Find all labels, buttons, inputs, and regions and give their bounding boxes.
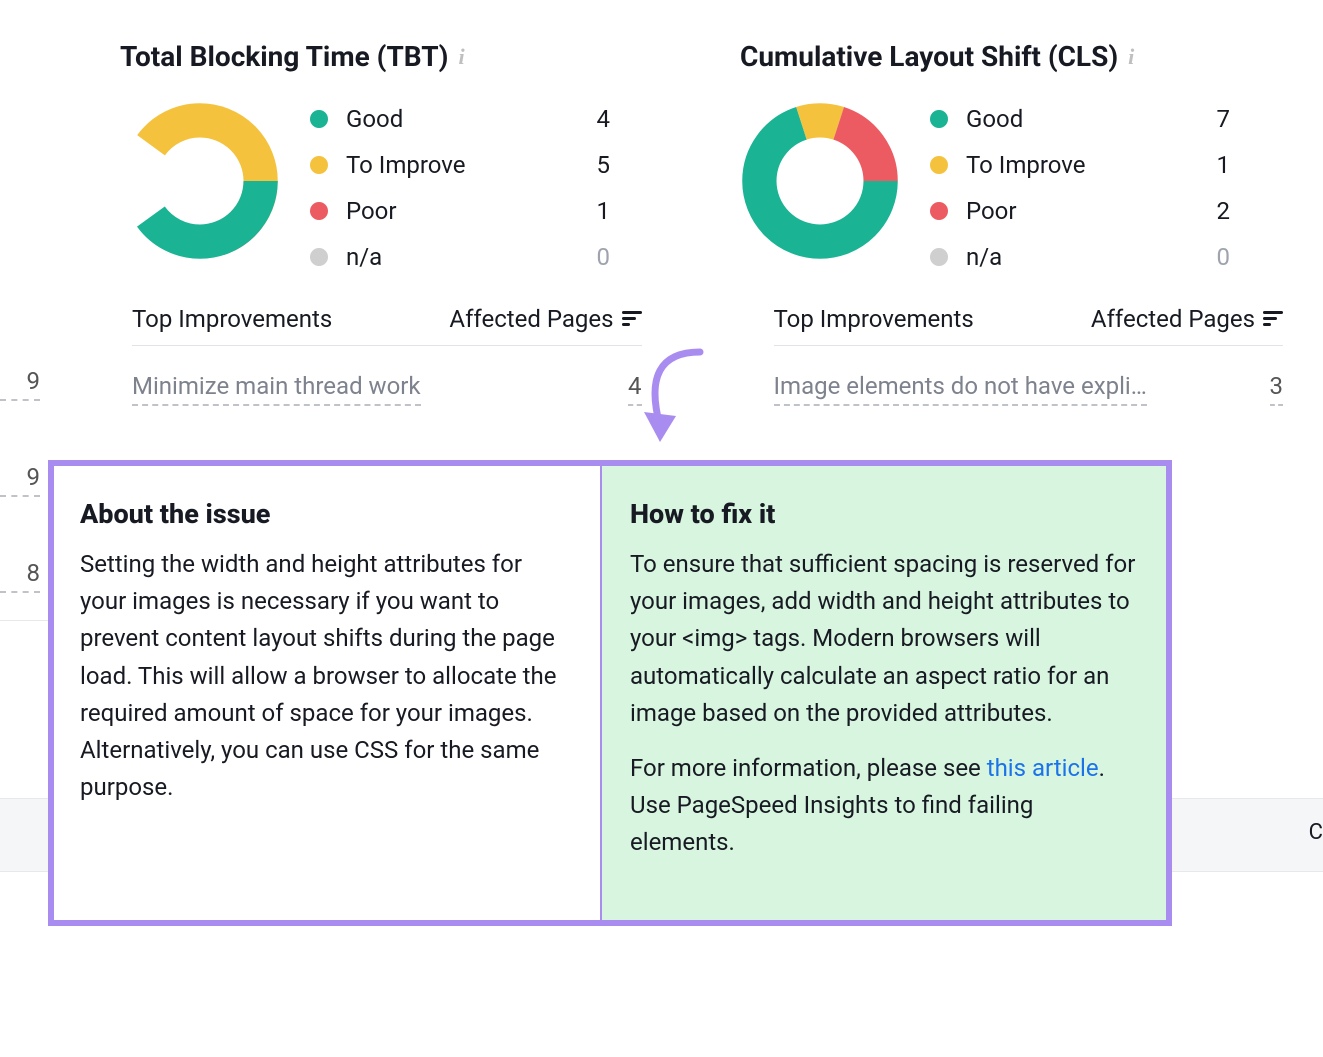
- side-counts: 9 9 8: [0, 367, 40, 655]
- donut-chart-cls: [740, 101, 900, 261]
- top-improvements-heading: Top Improvements: [774, 305, 974, 333]
- side-count: 9: [0, 463, 40, 497]
- improvement-row[interactable]: Image elements do not have expli… 3: [774, 372, 1284, 406]
- dot-icon: [930, 248, 948, 266]
- improvement-count: 3: [1270, 372, 1284, 406]
- affected-pages-heading[interactable]: Affected Pages: [1091, 305, 1255, 333]
- curved-arrow-icon: [630, 344, 720, 454]
- metric-tbt-card: Total Blocking Time (TBT) i Good4 To Imp…: [120, 40, 610, 271]
- legend-item: Poor2: [930, 197, 1230, 225]
- legend-item: To Improve5: [310, 151, 610, 179]
- dot-icon: [930, 110, 948, 128]
- dot-icon: [310, 202, 328, 220]
- how-to-fix-title: How to fix it: [630, 498, 1138, 530]
- legend-item: Good7: [930, 105, 1230, 133]
- dot-icon: [310, 156, 328, 174]
- metric-tbt-title: Total Blocking Time (TBT): [120, 40, 449, 73]
- dot-icon: [310, 248, 328, 266]
- how-to-fix-body-1: To ensure that sufficient spacing is res…: [630, 546, 1138, 732]
- dot-icon: [930, 202, 948, 220]
- improvement-row[interactable]: Minimize main thread work 4: [132, 372, 642, 406]
- dot-icon: [310, 110, 328, 128]
- info-icon[interactable]: i: [459, 44, 465, 70]
- how-to-fix-body-2: For more information, please see this ar…: [630, 750, 1138, 862]
- about-issue-body: Setting the width and height attributes …: [80, 546, 566, 806]
- donut-chart-tbt: [120, 101, 280, 261]
- improvement-label: Image elements do not have expli…: [774, 372, 1147, 406]
- legend-item: n/a0: [930, 243, 1230, 271]
- sort-icon[interactable]: [1263, 311, 1283, 327]
- improvement-label: Minimize main thread work: [132, 372, 421, 406]
- side-count: 9: [0, 367, 40, 401]
- issue-callout: About the issue Setting the width and he…: [48, 460, 1172, 926]
- legend-item: Good4: [310, 105, 610, 133]
- top-improvements-heading: Top Improvements: [132, 305, 332, 333]
- info-icon[interactable]: i: [1128, 44, 1134, 70]
- sort-icon[interactable]: [622, 311, 642, 327]
- metric-cls-title: Cumulative Layout Shift (CLS): [740, 40, 1118, 73]
- metric-cls-card: Cumulative Layout Shift (CLS) i Good7 To…: [740, 40, 1230, 271]
- dot-icon: [930, 156, 948, 174]
- divider: [0, 620, 48, 621]
- affected-pages-heading[interactable]: Affected Pages: [449, 305, 613, 333]
- side-count: 8: [0, 559, 40, 593]
- this-article-link[interactable]: this article: [987, 754, 1099, 782]
- legend-tbt: Good4 To Improve5 Poor1 n/a0: [310, 101, 610, 271]
- legend-cls: Good7 To Improve1 Poor2 n/a0: [930, 101, 1230, 271]
- truncated-text: C: [1309, 820, 1323, 845]
- legend-item: Poor1: [310, 197, 610, 225]
- about-issue-title: About the issue: [80, 498, 566, 530]
- legend-item: n/a0: [310, 243, 610, 271]
- legend-item: To Improve1: [930, 151, 1230, 179]
